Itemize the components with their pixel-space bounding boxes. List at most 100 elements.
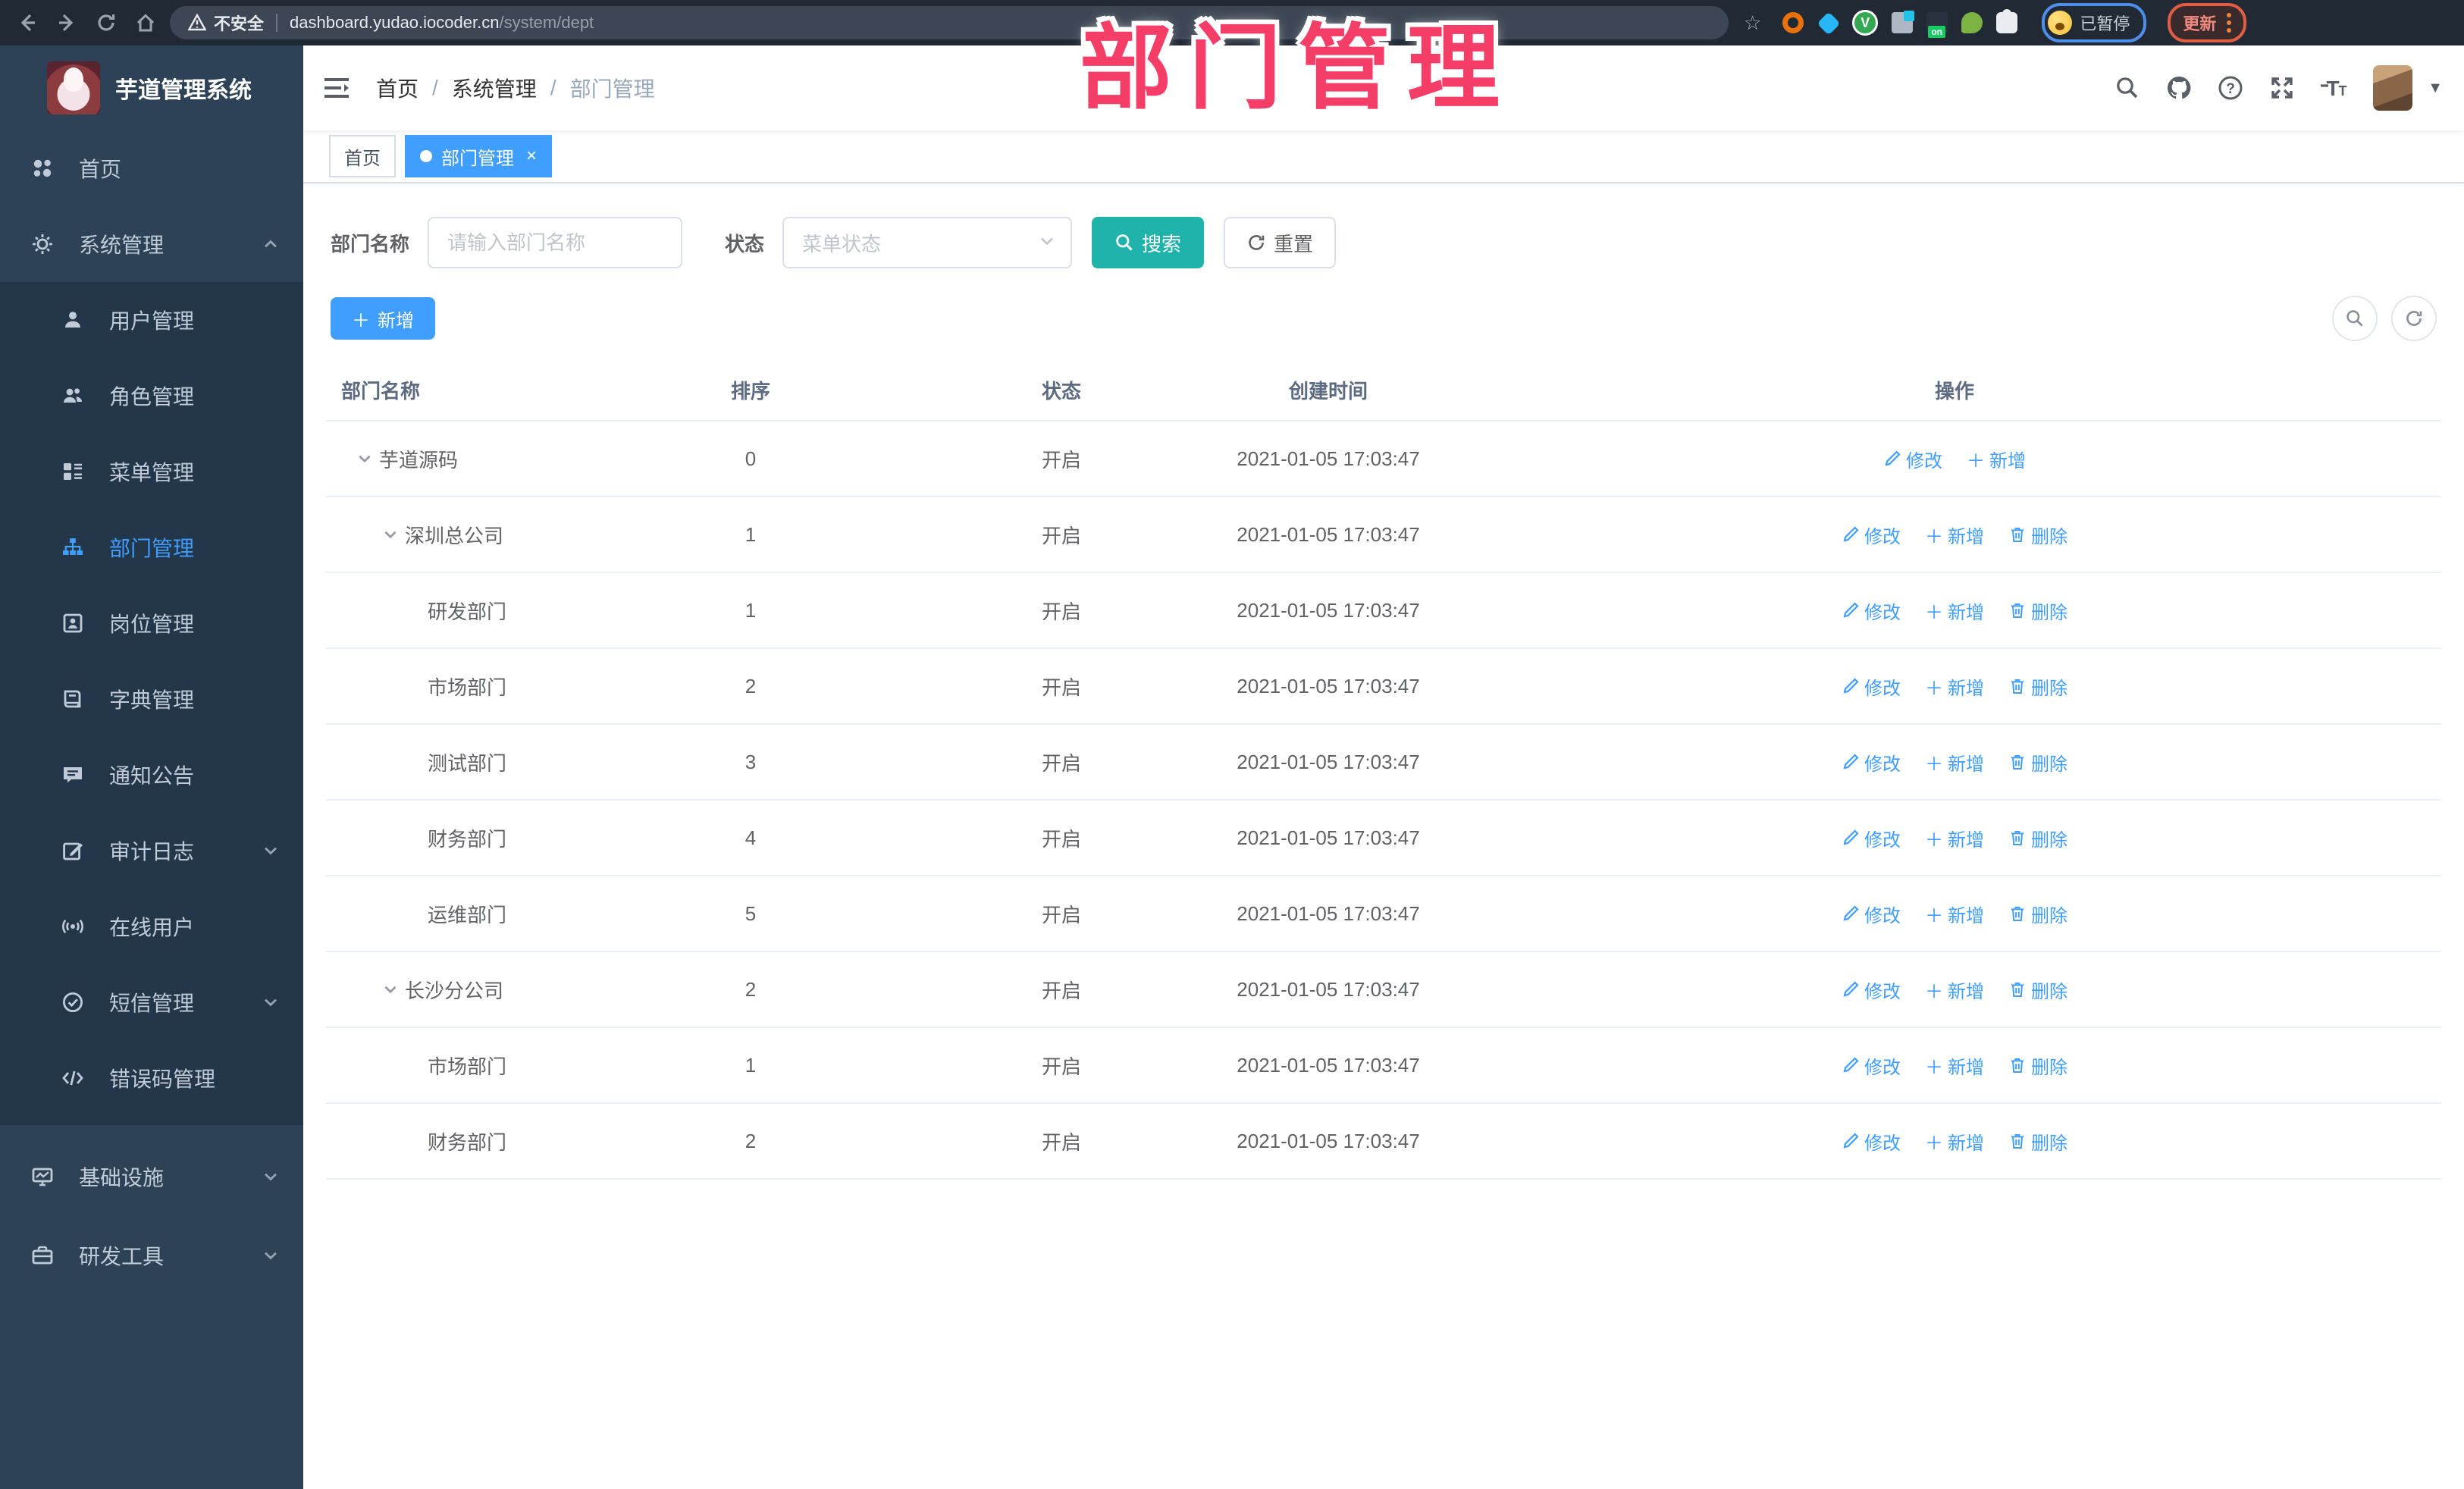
plus-icon: ＋ xyxy=(1925,829,1943,851)
table-row: 市场部门 1 开启 2021-01-05 17:03:47 修改 ＋新增 删除 xyxy=(326,1028,2441,1104)
sidebar-item-error-codes[interactable]: 错误码管理 xyxy=(0,1040,303,1116)
browser-profile-badge[interactable]: 已暂停 xyxy=(2042,3,2147,42)
user-avatar[interactable] xyxy=(2373,65,2413,111)
extension-icon-grid[interactable] xyxy=(1892,11,1915,33)
add-child-link[interactable]: ＋新增 xyxy=(1925,901,1984,927)
reload-icon[interactable] xyxy=(91,8,121,38)
edit-link[interactable]: 修改 xyxy=(1842,522,1901,548)
extension-icon-green-check[interactable]: V xyxy=(1852,10,1879,36)
sidebar-item-departments[interactable]: 部门管理 xyxy=(0,509,303,585)
security-warning[interactable]: 不安全 xyxy=(188,11,264,35)
edit-link[interactable]: 修改 xyxy=(1883,446,1942,472)
toggle-search-button[interactable] xyxy=(2332,296,2378,341)
breadcrumb-system[interactable]: 系统管理 xyxy=(452,73,537,103)
extension-icon-orange[interactable] xyxy=(1782,12,1804,33)
status-cell: 开启 xyxy=(1041,827,1081,851)
breadcrumb-separator: / xyxy=(432,76,438,99)
sidebar-item-menus[interactable]: 菜单管理 xyxy=(0,434,303,509)
sidebar-item-roles[interactable]: 角色管理 xyxy=(0,358,303,434)
reset-button[interactable]: 重置 xyxy=(1224,217,1337,268)
font-size-icon[interactable]: TT xyxy=(2315,70,2352,106)
add-child-link[interactable]: ＋新增 xyxy=(1925,597,1984,624)
delete-link[interactable]: 删除 xyxy=(2008,597,2067,624)
status-select-placeholder: 菜单状态 xyxy=(802,232,882,255)
hamburger-icon[interactable] xyxy=(309,61,364,115)
delete-link[interactable]: 删除 xyxy=(2008,749,2067,776)
sidebar-item-posts[interactable]: 岗位管理 xyxy=(0,585,303,661)
collapse-caret-icon[interactable] xyxy=(382,981,399,998)
delete-link[interactable]: 删除 xyxy=(2008,522,2067,548)
fullscreen-icon[interactable] xyxy=(2264,70,2300,106)
dept-name-input[interactable] xyxy=(428,217,683,268)
sidebar-item-users[interactable]: 用户管理 xyxy=(0,282,303,358)
sidebar-item-infrastructure[interactable]: 基础设施 xyxy=(0,1137,303,1216)
sidebar-item-online-users[interactable]: 在线用户 xyxy=(0,889,303,964)
delete-link[interactable]: 删除 xyxy=(2008,976,2067,1003)
add-child-link[interactable]: ＋新增 xyxy=(1925,749,1984,776)
extension-icon-on-badge[interactable]: on xyxy=(1926,12,1948,38)
browser-update-button[interactable]: 更新 xyxy=(2168,3,2247,42)
sidebar-logo[interactable]: 芋道管理系统 xyxy=(0,45,303,130)
add-child-link[interactable]: ＋新增 xyxy=(1925,976,1984,1003)
tab-dept[interactable]: 部门管理 × xyxy=(405,135,553,177)
tab-home[interactable]: 首页 xyxy=(329,135,396,177)
edit-link[interactable]: 修改 xyxy=(1842,749,1901,776)
avatar-caret-down-icon[interactable]: ▼ xyxy=(2428,80,2443,97)
add-child-link[interactable]: ＋新增 xyxy=(1967,446,2026,472)
edit-link[interactable]: 修改 xyxy=(1842,597,1901,624)
search-button[interactable]: 搜索 xyxy=(1092,217,1205,268)
header-dept-name: 部门名称 xyxy=(341,379,421,403)
table-row: 运维部门 5 开启 2021-01-05 17:03:47 修改 ＋新增 删除 xyxy=(326,876,2441,952)
collapse-caret-icon[interactable] xyxy=(356,450,373,467)
edit-link[interactable]: 修改 xyxy=(1842,673,1901,700)
github-icon[interactable] xyxy=(2161,70,2197,106)
add-child-link[interactable]: ＋新增 xyxy=(1925,1052,1984,1079)
delete-link[interactable]: 删除 xyxy=(2008,901,2067,927)
breadcrumb-home[interactable]: 首页 xyxy=(376,73,419,103)
add-child-link[interactable]: ＋新增 xyxy=(1925,1128,1984,1155)
refresh-table-button[interactable] xyxy=(2391,296,2437,341)
address-bar[interactable]: 不安全 dashboard.yudao.iocoder.cn/system/de… xyxy=(170,6,1729,39)
status-select[interactable]: 菜单状态 xyxy=(782,217,1073,268)
extension-icon-gem[interactable] xyxy=(1817,11,1841,36)
sidebar-item-audit-logs[interactable]: 审计日志 xyxy=(0,813,303,889)
book-icon xyxy=(61,687,85,711)
extension-icon-leaf[interactable] xyxy=(1961,12,1983,33)
url-text[interactable]: dashboard.yudao.iocoder.cn/system/dept xyxy=(290,13,594,33)
add-child-link[interactable]: ＋新增 xyxy=(1925,825,1984,851)
add-button[interactable]: ＋ 新增 xyxy=(331,297,435,340)
delete-link[interactable]: 删除 xyxy=(2008,1052,2067,1079)
sidebar-item-dicts[interactable]: 字典管理 xyxy=(0,661,303,737)
edit-link[interactable]: 修改 xyxy=(1842,976,1901,1003)
sidebar-item-sms[interactable]: 短信管理 xyxy=(0,964,303,1040)
created-cell: 2021-01-05 17:03:47 xyxy=(1237,977,1420,1001)
plus-icon: ＋ xyxy=(1925,754,1943,775)
edit-link[interactable]: 修改 xyxy=(1842,1128,1901,1155)
close-icon[interactable]: × xyxy=(526,146,537,167)
edit-link[interactable]: 修改 xyxy=(1842,825,1901,851)
sidebar-item-system[interactable]: 系统管理 xyxy=(0,206,303,282)
search-icon[interactable] xyxy=(2109,70,2146,106)
plus-icon: ＋ xyxy=(1967,450,1985,472)
forward-icon[interactable] xyxy=(52,8,82,38)
sidebar-item-notices[interactable]: 通知公告 xyxy=(0,737,303,813)
delete-link[interactable]: 删除 xyxy=(2008,673,2067,700)
browser-menu-icon[interactable] xyxy=(2227,13,2232,33)
sort-cell: 2 xyxy=(745,977,757,1001)
add-child-link[interactable]: ＋新增 xyxy=(1925,522,1984,548)
bookmark-star-icon[interactable]: ☆ xyxy=(1744,13,1761,33)
delete-link[interactable]: 删除 xyxy=(2008,1128,2067,1155)
sidebar-item-home[interactable]: 首页 xyxy=(0,130,303,206)
edit-link[interactable]: 修改 xyxy=(1842,1052,1901,1079)
delete-link[interactable]: 删除 xyxy=(2008,825,2067,851)
extensions-puzzle-icon[interactable] xyxy=(1996,9,2018,33)
sidebar-item-dev-tools[interactable]: 研发工具 xyxy=(0,1216,303,1295)
edit-link[interactable]: 修改 xyxy=(1842,901,1901,927)
add-child-link[interactable]: ＋新增 xyxy=(1925,673,1984,700)
online-signal-icon xyxy=(61,914,85,939)
table-header-row: 部门名称 排序 状态 创建时间 操作 xyxy=(326,359,2441,422)
back-icon[interactable] xyxy=(12,8,42,38)
help-icon[interactable]: ? xyxy=(2212,70,2249,106)
home-icon[interactable] xyxy=(130,8,161,38)
collapse-caret-icon[interactable] xyxy=(382,526,399,543)
